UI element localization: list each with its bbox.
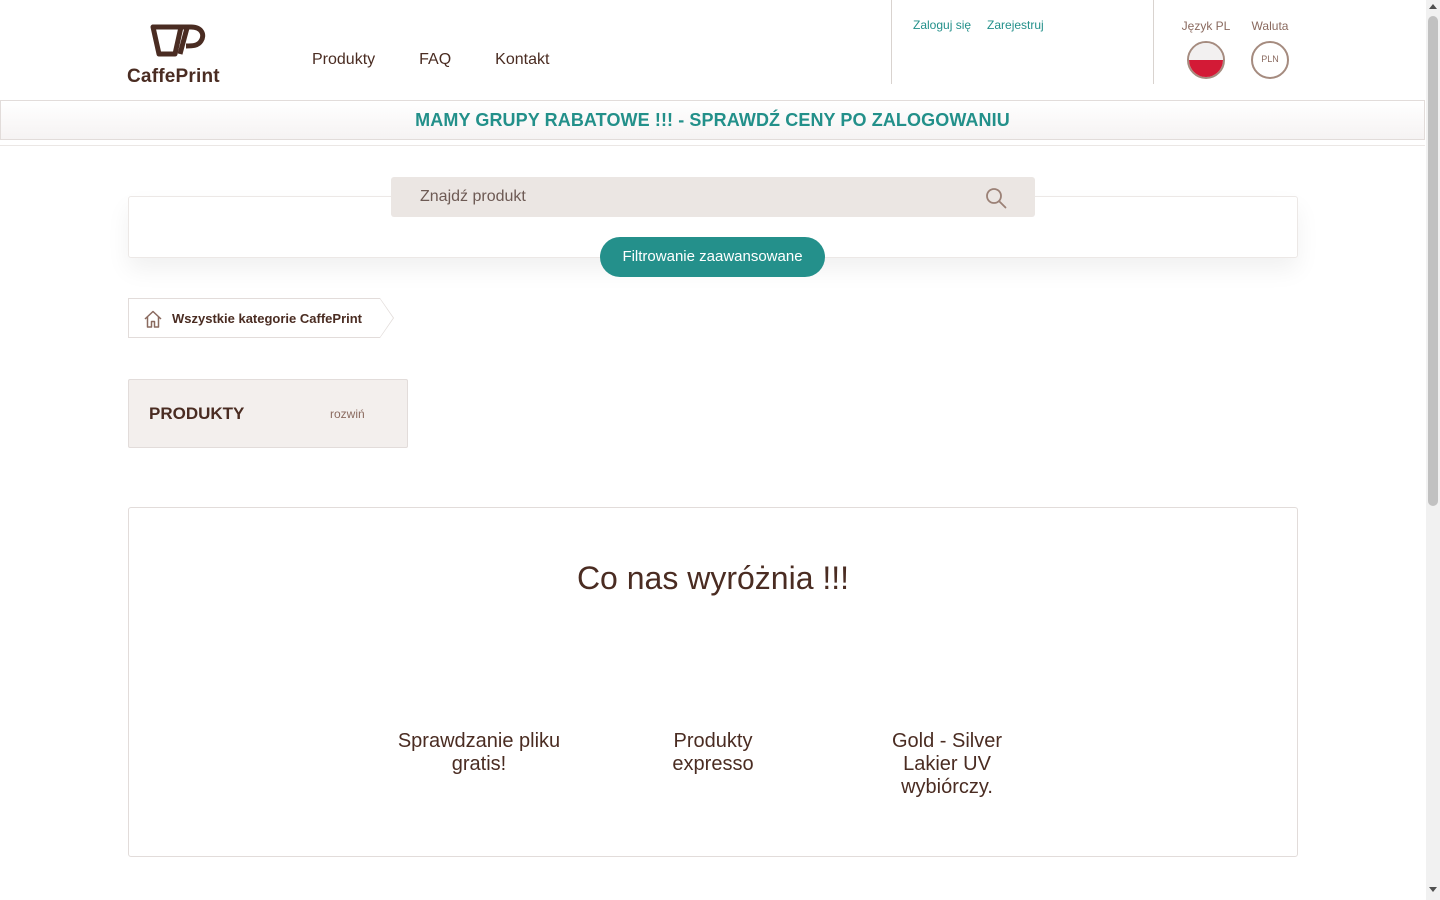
language-selector[interactable]: Język PL	[1176, 19, 1236, 79]
caffeprint-logo[interactable]: CaffePrint	[127, 24, 231, 87]
currency-selector[interactable]: Waluta PLN	[1240, 19, 1300, 79]
site-header: CaffePrint Produkty FAQ Kontakt Zaloguj …	[0, 0, 1426, 100]
search-bar	[391, 177, 1035, 217]
currency-badge[interactable]: PLN	[1251, 41, 1289, 79]
feature-item: Gold - Silver Lakier UV wybiórczy.	[891, 730, 1003, 798]
home-icon	[144, 310, 162, 328]
nav-faq[interactable]: FAQ	[419, 51, 451, 69]
nav-kontakt[interactable]: Kontakt	[495, 51, 549, 69]
promo-text: MAMY GRUPY RABATOWE !!! - SPRAWDŹ CENY P…	[415, 110, 1010, 130]
header-divider	[891, 0, 892, 84]
logo-text: CaffePrint	[127, 66, 220, 87]
products-panel[interactable]: PRODUKTY rozwiń	[128, 379, 408, 448]
search-icon[interactable]	[985, 187, 1007, 209]
header-divider	[1153, 0, 1154, 84]
currency-value: PLN	[1261, 54, 1279, 64]
nav-produkty[interactable]: Produkty	[312, 51, 375, 69]
breadcrumb: Wszystkie kategorie CaffePrint	[128, 298, 395, 338]
breadcrumb-label: Wszystkie kategorie CaffePrint	[172, 310, 363, 326]
register-link[interactable]: Zarejestruj	[987, 18, 1044, 32]
currency-label: Waluta	[1251, 19, 1289, 33]
language-label: Język PL	[1181, 19, 1231, 33]
divider	[0, 145, 1425, 146]
scrollbar[interactable]	[1426, 0, 1440, 900]
auth-links: Zaloguj się Zarejestruj	[913, 18, 1044, 32]
advanced-filter-button[interactable]: Filtrowanie zaawansowane	[600, 237, 825, 277]
search-input[interactable]	[391, 177, 971, 217]
poland-flag-icon[interactable]	[1187, 41, 1225, 79]
login-link[interactable]: Zaloguj się	[913, 18, 971, 32]
main-nav: Produkty FAQ Kontakt	[312, 51, 593, 69]
promo-banner: MAMY GRUPY RABATOWE !!! - SPRAWDŹ CENY P…	[0, 100, 1425, 140]
scroll-up-arrow-icon[interactable]	[1429, 4, 1437, 9]
features-section: Co nas wyróżnia !!! Sprawdzanie pliku gr…	[128, 507, 1298, 857]
features-title: Co nas wyróżnia !!!	[576, 560, 850, 596]
feature-item: Sprawdzanie pliku gratis!	[397, 730, 561, 775]
scroll-down-arrow-icon[interactable]	[1429, 887, 1437, 892]
scroll-thumb[interactable]	[1428, 16, 1438, 506]
feature-item: Produkty expresso	[672, 730, 754, 775]
products-title: PRODUKTY	[149, 404, 245, 423]
cup-logo-icon	[150, 24, 206, 57]
expand-toggle[interactable]: rozwiń	[330, 407, 365, 421]
breadcrumb-home[interactable]: Wszystkie kategorie CaffePrint	[128, 298, 395, 338]
